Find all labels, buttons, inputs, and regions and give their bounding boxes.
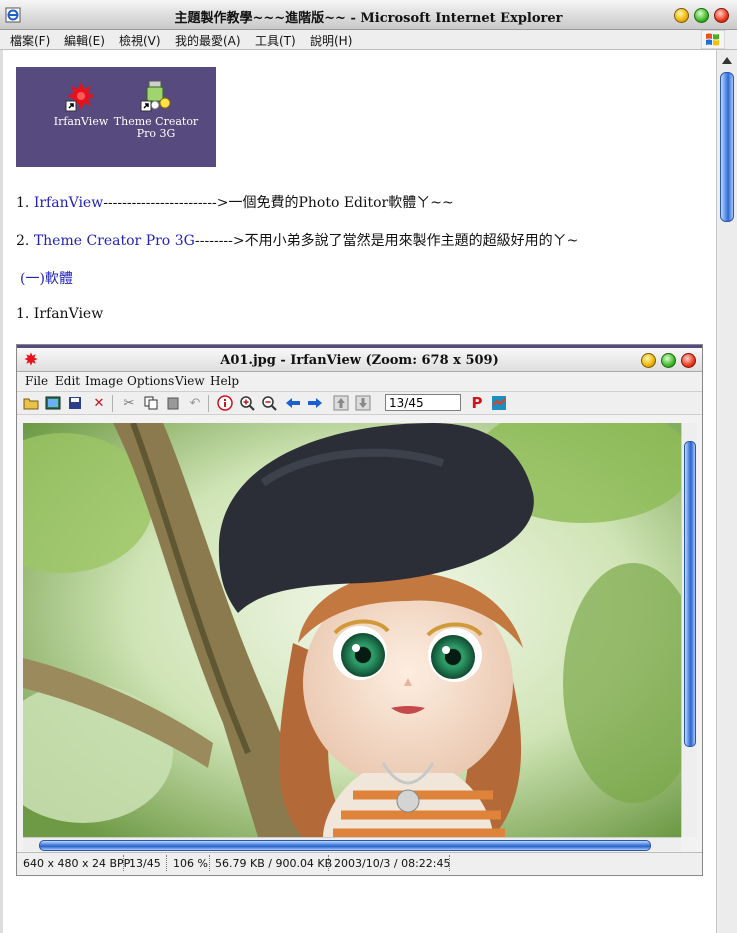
iv-menu-image[interactable]: Image	[85, 374, 123, 388]
browser-menubar: 檔案(F) 編輯(E) 檢視(V) 我的最愛(A) 工具(T) 說明(H)	[0, 30, 737, 50]
previous-image-icon[interactable]	[285, 395, 301, 411]
irfanview-statusbar: 640 x 480 x 24 BPP 13/45 106 % 56.79 KB …	[17, 852, 702, 874]
irfanview-window-controls	[641, 353, 696, 368]
page-vertical-scrollbar[interactable]	[716, 50, 737, 933]
irfanview-hscroll-thumb[interactable]	[39, 840, 651, 851]
minimize-button[interactable]	[674, 8, 689, 23]
iv-menu-view[interactable]: View	[175, 374, 205, 388]
save-icon[interactable]	[67, 395, 83, 411]
item-description: -------->不用小弟多說了當然是用來製作主題的超級好用的ㄚ~	[195, 233, 579, 249]
status-index: 13/45	[129, 857, 161, 870]
doll-photo	[23, 423, 681, 837]
theme-creator-link[interactable]: Theme Creator Pro 3G	[34, 233, 195, 249]
page-number-field[interactable]: 13/45	[385, 394, 461, 411]
first-image-icon[interactable]	[333, 395, 349, 411]
page-scroll-thumb[interactable]	[720, 72, 734, 222]
menu-edit[interactable]: 編輯(E)	[64, 32, 105, 49]
undo-icon[interactable]: ↶	[187, 395, 203, 411]
irfanview-horizontal-scrollbar[interactable]	[23, 837, 681, 851]
browser-title: 主題製作教學~~~進階版~~ - Microsoft Internet Expl…	[174, 11, 563, 26]
irfanview-link[interactable]: IrfanView	[34, 195, 103, 211]
item-description: ------------------------>一個免費的Photo Edit…	[103, 195, 454, 211]
print-icon[interactable]: P	[469, 394, 485, 412]
window-controls	[674, 8, 729, 23]
scroll-up-icon[interactable]	[722, 57, 732, 64]
info-icon[interactable]	[217, 395, 233, 411]
page-content: IrfanView Theme Creator Pro 3G 1. IrfanV…	[0, 50, 716, 933]
list-item-theme-creator: 2. Theme Creator Pro 3G-------->不用小弟多說了當…	[16, 230, 578, 250]
section-software: (一)軟體	[20, 268, 73, 288]
menu-help[interactable]: 說明(H)	[310, 32, 352, 49]
section-software-link[interactable]: (一)軟體	[20, 271, 73, 287]
menu-favorites[interactable]: 我的最愛(A)	[175, 32, 241, 49]
status-date: 2003/10/3 / 08:22:45	[334, 857, 451, 870]
theme-creator-icon	[140, 80, 171, 112]
status-filesize: 56.79 KB / 900.04 KB	[215, 857, 333, 870]
irfanview-menubar: File Edit Image Options View Help	[17, 372, 702, 390]
desktop-icons-panel: IrfanView Theme Creator Pro 3G	[16, 67, 216, 167]
item-number: 2.	[16, 233, 30, 249]
status-dimensions: 640 x 480 x 24 BPP	[23, 857, 131, 870]
copy-icon[interactable]	[143, 395, 159, 411]
irfanview-title: A01.jpg - IrfanView (Zoom: 678 x 509)	[220, 353, 499, 368]
menu-tools[interactable]: 工具(T)	[255, 32, 296, 49]
open-folder-icon[interactable]	[23, 395, 39, 411]
item-number: 1.	[16, 195, 30, 211]
irfanview-icon-label: IrfanView	[53, 115, 109, 128]
theme-creator-icon-label: Theme Creator Pro 3G	[113, 115, 199, 140]
slideshow-icon[interactable]	[45, 395, 61, 411]
next-image-icon[interactable]	[307, 395, 323, 411]
irfanview-vertical-scrollbar[interactable]	[681, 423, 697, 837]
iv-menu-file[interactable]: File	[25, 374, 48, 388]
close-button[interactable]	[714, 8, 729, 23]
irfanview-minimize-button[interactable]	[641, 353, 656, 368]
irfanview-icon	[65, 82, 95, 112]
browser-titlebar: 主題製作教學~~~進階版~~ - Microsoft Internet Expl…	[0, 0, 737, 30]
sub-heading-irfanview: 1. IrfanView	[16, 306, 104, 322]
irfanview-screenshot: A01.jpg - IrfanView (Zoom: 678 x 509) Fi…	[16, 344, 703, 876]
irfanview-close-button[interactable]	[681, 353, 696, 368]
windows-logo-icon	[701, 30, 725, 49]
cut-icon[interactable]: ✂	[121, 395, 137, 411]
zoom-in-icon[interactable]	[239, 395, 255, 411]
maximize-button[interactable]	[694, 8, 709, 23]
delete-icon[interactable]: ✕	[91, 395, 107, 411]
about-icon[interactable]	[491, 395, 507, 411]
zoom-out-icon[interactable]	[261, 395, 277, 411]
irfanview-toolbar: ✕ ✂ ↶ 13/45 P	[17, 391, 702, 415]
irfanview-titlebar: A01.jpg - IrfanView (Zoom: 678 x 509)	[17, 348, 702, 372]
last-image-icon[interactable]	[355, 395, 371, 411]
paste-icon[interactable]	[165, 395, 181, 411]
menu-file[interactable]: 檔案(F)	[10, 32, 50, 49]
irfanview-vscroll-thumb[interactable]	[684, 441, 696, 747]
list-item-irfanview: 1. IrfanView------------------------>一個免…	[16, 192, 454, 212]
irfanview-maximize-button[interactable]	[661, 353, 676, 368]
theme-creator-desktop-icon[interactable]: Theme Creator Pro 3G	[111, 79, 201, 140]
status-zoom: 106 %	[173, 857, 208, 870]
iv-menu-options[interactable]: Options	[127, 374, 174, 388]
iv-menu-edit[interactable]: Edit	[55, 374, 80, 388]
menu-view[interactable]: 檢視(V)	[119, 32, 161, 49]
iv-menu-help[interactable]: Help	[210, 374, 239, 388]
